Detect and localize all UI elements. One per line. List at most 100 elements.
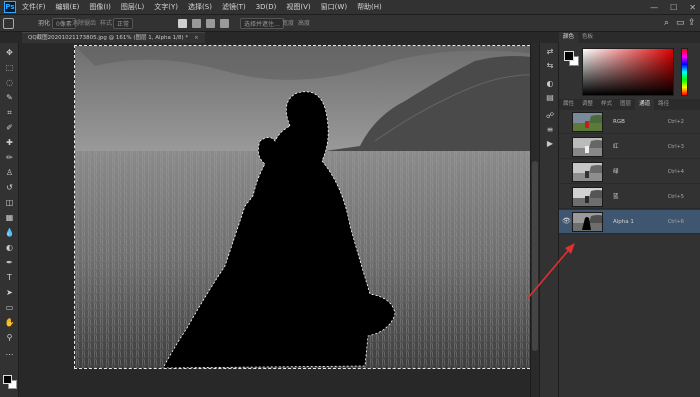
channel-shortcut: Ctrl+4: [667, 169, 684, 175]
properties-icon[interactable]: ▤: [545, 93, 555, 103]
style-label: 样式: [100, 20, 113, 27]
more-icon[interactable]: …: [4, 347, 15, 358]
tab-styles[interactable]: 样式: [597, 99, 616, 110]
menu-bar: Ps 文件(F) 编辑(E) 图像(I) 图层(L) 文字(Y) 选择(S) 滤…: [0, 0, 700, 15]
channel-row[interactable]: 👁 Alpha 1 Ctrl+6: [559, 210, 700, 234]
maximize-button[interactable]: ☐: [670, 0, 677, 15]
menu-image[interactable]: 图像(I): [89, 0, 111, 15]
menu-type[interactable]: 文字(Y): [154, 0, 178, 15]
intersect-selection-icon[interactable]: [220, 19, 229, 28]
shape-icon[interactable]: ▭: [4, 302, 15, 313]
channel-row[interactable]: 红 Ctrl+3: [559, 135, 700, 159]
channel-name: Alpha 1: [613, 219, 634, 225]
add-selection-icon[interactable]: [192, 19, 201, 28]
type-icon[interactable]: T: [4, 272, 15, 283]
channel-name: 蓝: [613, 194, 619, 200]
anti-alias-checkbox[interactable]: 消除锯齿: [72, 18, 96, 29]
dodge-icon[interactable]: ◐: [4, 242, 15, 253]
search-icon[interactable]: ⌕: [664, 18, 669, 29]
menu-window[interactable]: 窗口(W): [321, 0, 347, 15]
menu-view[interactable]: 视图(V): [286, 0, 310, 15]
tab-color[interactable]: 颜色: [559, 32, 579, 43]
main-menu: 文件(F) 编辑(E) 图像(I) 图层(L) 文字(Y) 选择(S) 滤镜(T…: [22, 0, 382, 15]
channels-list: RGB Ctrl+2 红 Ctrl+3 绿 Ctrl+4 蓝 Ctrl+5 👁 Alpha 1 Ct…: [559, 110, 700, 397]
visibility-eye-icon[interactable]: [562, 142, 570, 150]
visibility-eye-icon[interactable]: 👁: [562, 217, 571, 225]
document-tabs: QQ截图20201021173805.jpg @ 161% (图层 1, Alp…: [19, 32, 529, 43]
paragraph-icon[interactable]: ≡: [545, 125, 555, 135]
tab-adjustments[interactable]: 调整: [578, 99, 597, 110]
close-button[interactable]: ✕: [689, 0, 696, 15]
share-icon[interactable]: ⇪: [688, 18, 696, 29]
channel-row[interactable]: RGB Ctrl+2: [559, 110, 700, 134]
subtract-selection-icon[interactable]: [206, 19, 215, 28]
quick-select-icon[interactable]: ✎: [4, 92, 15, 103]
channel-panel-tabs: 属性 调整 样式 图层 通道 路径: [559, 99, 700, 110]
path-select-icon[interactable]: ➤: [4, 287, 15, 298]
menu-select[interactable]: 选择(S): [188, 0, 212, 15]
clone-source-icon[interactable]: ☍: [545, 111, 555, 121]
vertical-scrollbar[interactable]: [530, 43, 539, 397]
tab-layers[interactable]: 图层: [616, 99, 635, 110]
arrange-icon[interactable]: ⇆: [545, 61, 555, 71]
panel-icon-strip: ⇄ ⇆ ◐ ▤ ☍ ≡ ▶: [539, 43, 559, 397]
workspace-icon[interactable]: ▭: [676, 18, 685, 29]
swap-icon[interactable]: ⇄: [545, 47, 555, 57]
menu-edit[interactable]: 编辑(E): [56, 0, 80, 15]
color-field[interactable]: [582, 48, 674, 96]
height-label: 高度: [298, 20, 311, 27]
pen-icon[interactable]: ✒: [4, 257, 15, 268]
new-selection-icon[interactable]: [178, 19, 187, 28]
menu-file[interactable]: 文件(F): [22, 0, 46, 15]
tools-panel: ✥ ⬚ ◌ ✎ ⌗ ✐ ✚ ✏ ♙ ↺ ◫ ▦ 💧 ◐ ✒ T ➤ ▭ ✋ ⚲ …: [0, 43, 19, 397]
channel-thumbnail: [572, 212, 603, 232]
channel-name: RGB: [613, 119, 625, 125]
menu-help[interactable]: 帮助(H): [357, 0, 382, 15]
channel-name: 绿: [613, 169, 619, 175]
hand-icon[interactable]: ✋: [4, 317, 15, 328]
close-tab-icon[interactable]: ×: [194, 35, 199, 41]
tab-channels[interactable]: 通道: [635, 99, 655, 110]
brush-icon[interactable]: ✏: [4, 152, 15, 163]
crop-icon[interactable]: ⌗: [4, 107, 15, 118]
move-icon[interactable]: ✥: [4, 47, 15, 58]
blur-icon[interactable]: 💧: [4, 227, 15, 238]
adjust-icon[interactable]: ◐: [545, 79, 555, 89]
scrollbar-thumb[interactable]: [532, 161, 538, 351]
foreground-color-swatch[interactable]: [3, 375, 12, 384]
lasso-icon[interactable]: ◌: [4, 77, 15, 88]
visibility-eye-icon[interactable]: [562, 117, 570, 125]
visibility-eye-icon[interactable]: [562, 167, 570, 175]
foreground-swatch[interactable]: [564, 51, 574, 61]
visibility-eye-icon[interactable]: [562, 192, 570, 200]
eyedropper-icon[interactable]: ✐: [4, 122, 15, 133]
document-tab[interactable]: QQ截图20201021173805.jpg @ 161% (图层 1, Alp…: [22, 32, 205, 43]
marquee-icon[interactable]: ⬚: [4, 62, 15, 73]
channel-shortcut: Ctrl+6: [667, 219, 684, 225]
tab-paths[interactable]: 路径: [654, 99, 673, 110]
document-title: QQ截图20201021173805.jpg @ 161% (图层 1, Alp…: [28, 35, 189, 41]
canvas-image: [75, 46, 549, 368]
tab-swatches[interactable]: 色板: [578, 32, 597, 43]
eraser-icon[interactable]: ◫: [4, 197, 15, 208]
menu-3d[interactable]: 3D(D): [256, 0, 277, 15]
refine-edge-button[interactable]: 选择并遮住…: [240, 18, 285, 29]
document-canvas[interactable]: [74, 45, 550, 369]
play-icon[interactable]: ▶: [545, 139, 555, 149]
marquee-tool-icon[interactable]: [3, 18, 14, 29]
minimize-button[interactable]: —: [650, 0, 658, 15]
hue-slider[interactable]: [681, 48, 688, 96]
gradient-icon[interactable]: ▦: [4, 212, 15, 223]
menu-layer[interactable]: 图层(L): [121, 0, 144, 15]
history-brush-icon[interactable]: ↺: [4, 182, 15, 193]
stamp-icon[interactable]: ♙: [4, 167, 15, 178]
channel-row[interactable]: 蓝 Ctrl+5: [559, 185, 700, 209]
channel-thumbnail: [572, 137, 603, 157]
style-select[interactable]: 正常: [113, 18, 134, 29]
zoom-icon[interactable]: ⚲: [4, 332, 15, 343]
photoshop-logo: Ps: [4, 1, 16, 13]
channel-row[interactable]: 绿 Ctrl+4: [559, 160, 700, 184]
tab-properties[interactable]: 属性: [559, 99, 578, 110]
menu-filter[interactable]: 滤镜(T): [222, 0, 246, 15]
healing-icon[interactable]: ✚: [4, 137, 15, 148]
